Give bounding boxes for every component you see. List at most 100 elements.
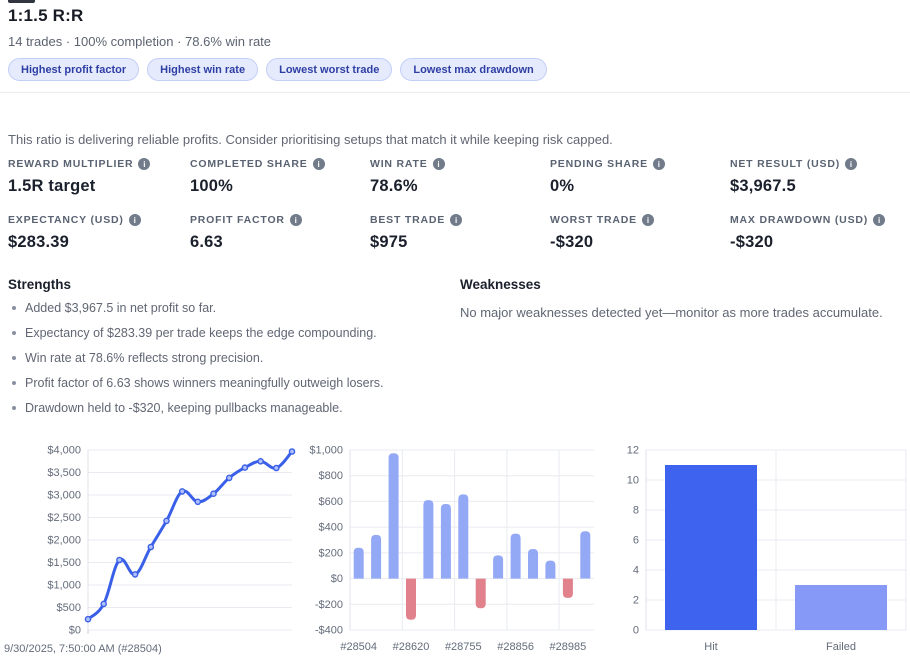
metric-label: EXPECTANCY (USD): [8, 214, 124, 226]
metric-value: -$320: [550, 233, 730, 252]
metric-label: REWARD MULTIPLIER: [8, 158, 133, 170]
strength-item: Profit factor of 6.63 shows winners mean…: [8, 376, 460, 391]
metric-label: NET RESULT (USD): [730, 158, 840, 170]
svg-text:0: 0: [633, 625, 639, 637]
info-icon[interactable]: i: [129, 214, 141, 226]
strengths-panel: Strengths Added $3,967.5 in net profit s…: [8, 277, 460, 426]
svg-text:$600: $600: [319, 496, 343, 508]
metric-label: WIN RATE: [370, 158, 428, 170]
metric-label: BEST TRADE: [370, 214, 445, 226]
weaknesses-text: No major weaknesses detected yet—monitor…: [460, 305, 902, 320]
metric-label: WORST TRADE: [550, 214, 637, 226]
metric-value: 6.63: [190, 233, 370, 252]
charts-row: $0 $500 $1,000 $1,500 $2,000 $2,500 $3,000 $3,5…: [0, 438, 910, 662]
svg-text:4: 4: [633, 565, 639, 577]
badge-highest-win-rate: Highest win rate: [147, 58, 258, 81]
trade-stats-subtitle: 14 trades · 100% completion · 78.6% win …: [8, 34, 271, 49]
svg-text:10: 10: [627, 475, 639, 487]
strengths-list: Added $3,967.5 in net profit so far. Exp…: [8, 301, 460, 416]
metric-value: 78.6%: [370, 177, 550, 196]
metric-value: $975: [370, 233, 550, 252]
strength-text: Profit factor of 6.63 shows winners mean…: [25, 376, 384, 390]
svg-text:#28985: #28985: [550, 641, 587, 653]
info-icon[interactable]: i: [873, 214, 885, 226]
metric-pending-share: PENDING SHAREi 0%: [550, 158, 730, 196]
strength-text: Win rate at 78.6% reflects strong precis…: [25, 351, 263, 365]
rr-ratio-report: 1:1.5 R:R 14 trades · 100% completion · …: [0, 0, 910, 662]
svg-text:$0: $0: [69, 625, 81, 637]
metric-best-trade: BEST TRADE i $975: [370, 214, 550, 252]
strengths-heading: Strengths: [8, 277, 460, 292]
weaknesses-heading: Weaknesses: [460, 277, 902, 292]
info-icon[interactable]: i: [642, 214, 654, 226]
svg-text:#28620: #28620: [393, 641, 430, 653]
clipped-content-artifact: [8, 0, 35, 3]
metric-value: $283.39: [8, 233, 190, 252]
strength-item: Win rate at 78.6% reflects strong precis…: [8, 351, 460, 366]
hit-failed-bar-chart: 024681012HitFailed: [610, 438, 910, 662]
summary-text: This ratio is delivering reliable profit…: [8, 132, 888, 147]
metric-label: COMPLETED SHARE: [190, 158, 308, 170]
info-icon[interactable]: i: [313, 158, 325, 170]
strength-item: Added $3,967.5 in net profit so far.: [8, 301, 460, 316]
metric-max-drawdown: MAX DRAWDOWN (USD)i -$320: [730, 214, 902, 252]
svg-text:#28755: #28755: [445, 641, 482, 653]
strength-text: Drawdown held to -$320, keeping pullback…: [25, 401, 343, 415]
svg-text:$400: $400: [319, 522, 343, 534]
info-icon[interactable]: i: [653, 158, 665, 170]
svg-text:$1,000: $1,000: [309, 445, 343, 457]
trade-pnl-bar-chart: -$400 -$200 $0 $200 $400 $600 $800 $1,000 #28504…: [300, 438, 610, 662]
metric-completed-share: COMPLETED SHARE i 100%: [190, 158, 370, 196]
metric-net-result: NET RESULT (USD) i $3,967.5: [730, 158, 902, 196]
svg-text:-$200: -$200: [315, 599, 343, 611]
svg-text:#28504: #28504: [340, 641, 377, 653]
svg-text:12: 12: [627, 445, 639, 457]
metric-profit-factor: PROFIT FACTOR i 6.63: [190, 214, 370, 252]
section-divider: [0, 92, 910, 93]
svg-text:Failed: Failed: [826, 641, 856, 653]
svg-text:8: 8: [633, 505, 639, 517]
svg-text:$4,000: $4,000: [47, 445, 81, 457]
svg-text:6: 6: [633, 535, 639, 547]
badge-lowest-worst-trade: Lowest worst trade: [266, 58, 392, 81]
metric-value: 100%: [190, 177, 370, 196]
metric-worst-trade: WORST TRADE i -$320: [550, 214, 730, 252]
svg-text:$3,000: $3,000: [47, 490, 81, 502]
svg-text:$1,000: $1,000: [47, 580, 81, 592]
info-icon[interactable]: i: [433, 158, 445, 170]
metric-label: MAX DRAWDOWN (USD): [730, 214, 868, 226]
metric-win-rate: WIN RATE i 78.6%: [370, 158, 550, 196]
badge-lowest-max-drawdown: Lowest max drawdown: [400, 58, 546, 81]
info-icon[interactable]: i: [138, 158, 150, 170]
weaknesses-panel: Weaknesses No major weaknesses detected …: [460, 277, 902, 426]
svg-text:$1,500: $1,500: [47, 557, 81, 569]
svg-text:$200: $200: [319, 547, 343, 559]
equity-curve-chart: $0 $500 $1,000 $1,500 $2,000 $2,500 $3,000 $3,5…: [0, 438, 300, 662]
metric-reward-multiplier: REWARD MULTIPLIER i 1.5R target: [8, 158, 190, 196]
badge-row: Highest profit factor Highest win rate L…: [8, 58, 547, 81]
strength-item: Expectancy of $283.39 per trade keeps th…: [8, 326, 460, 341]
info-icon[interactable]: i: [450, 214, 462, 226]
svg-text:$2,500: $2,500: [47, 512, 81, 524]
metric-value: 1.5R target: [8, 177, 190, 196]
metric-value: 0%: [550, 177, 730, 196]
badge-highest-profit-factor: Highest profit factor: [8, 58, 139, 81]
svg-text:Hit: Hit: [704, 641, 717, 653]
svg-text:-$400: -$400: [315, 625, 343, 637]
svg-text:9/30/2025, 7:50:00 AM (#28504): 9/30/2025, 7:50:00 AM (#28504): [4, 643, 162, 655]
metric-expectancy: EXPECTANCY (USD) i $283.39: [8, 214, 190, 252]
svg-text:$800: $800: [319, 470, 343, 482]
strength-item: Drawdown held to -$320, keeping pullback…: [8, 401, 460, 416]
svg-text:$3,500: $3,500: [47, 467, 81, 479]
strength-text: Expectancy of $283.39 per trade keeps th…: [25, 326, 377, 340]
info-icon[interactable]: i: [290, 214, 302, 226]
info-icon[interactable]: i: [845, 158, 857, 170]
svg-text:$2,000: $2,000: [47, 535, 81, 547]
svg-text:$500: $500: [57, 602, 81, 614]
svg-text:$0: $0: [331, 573, 343, 585]
insights-section: Strengths Added $3,967.5 in net profit s…: [8, 277, 902, 426]
metric-label: PROFIT FACTOR: [190, 214, 285, 226]
metric-value: $3,967.5: [730, 177, 902, 196]
strength-text: Added $3,967.5 in net profit so far.: [25, 301, 216, 315]
svg-text:#28856: #28856: [497, 641, 534, 653]
